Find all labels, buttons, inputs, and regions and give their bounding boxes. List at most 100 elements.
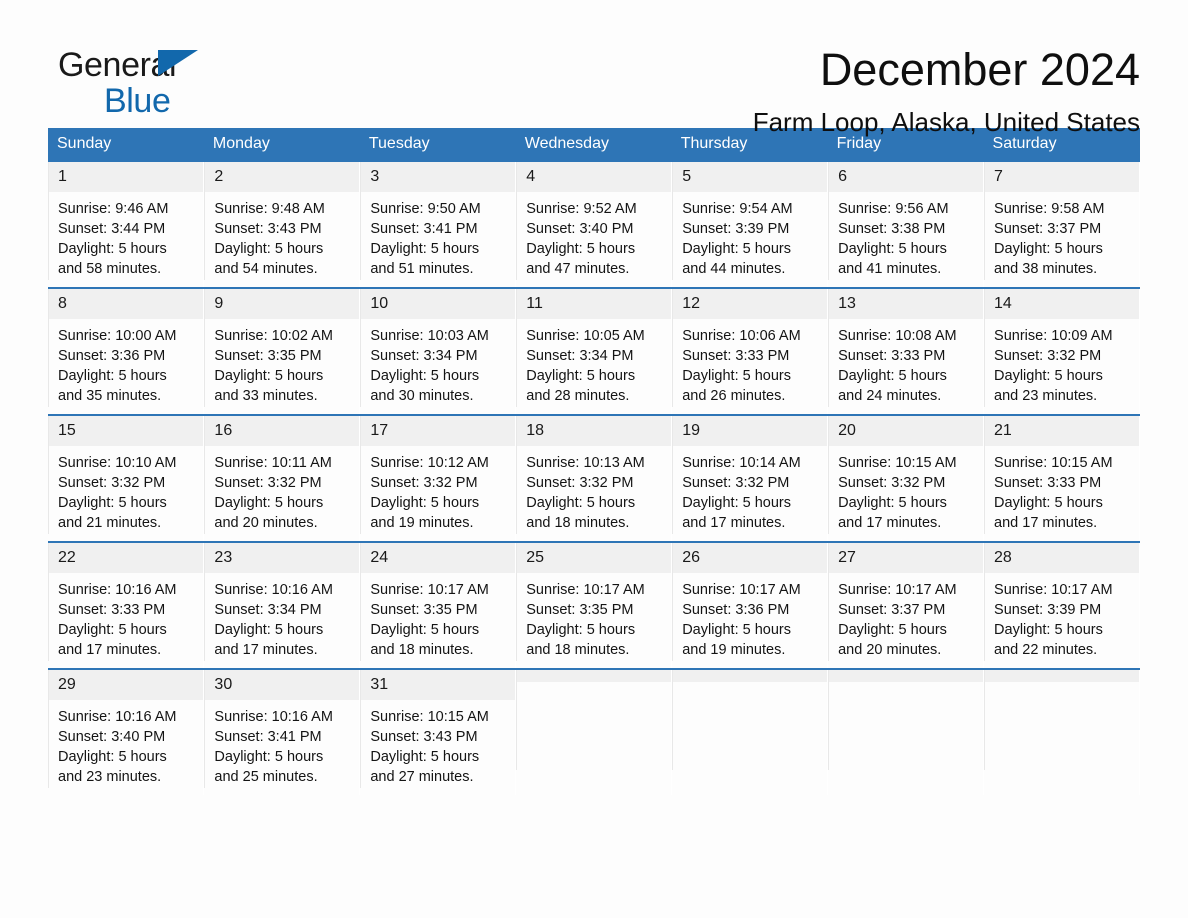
calendar-day-cell[interactable]: 28 Sunrise: 10:17 AM Sunset: 3:39 PM Daylig… [983, 541, 1140, 669]
page-header: General Blue December 2024 Farm Loop, Al… [48, 0, 1140, 137]
daylight-duration-line1: Daylight: 5 hours [58, 749, 167, 765]
calendar-day-cell[interactable]: 1 Sunrise: 9:46 AM Sunset: 3:44 PM Daylight… [48, 160, 205, 288]
calendar-day-cell[interactable]: 22 Sunrise: 10:16 AM Sunset: 3:33 PM Daylig… [48, 541, 205, 669]
daylight-duration-line1: Daylight: 5 hours [370, 622, 480, 638]
sunset-time: Sunset: 3:32 PM [526, 475, 634, 491]
day-details: Sunrise: 10:00 AM Sunset: 3:36 PM Daylight… [48, 319, 203, 407]
calendar-day-cell[interactable]: 15 Sunrise: 10:10 AM Sunset: 3:32 PM Daylig… [48, 414, 205, 542]
calendar-week-row: 1 Sunrise: 9:46 AM Sunset: 3:44 PM Daylight… [48, 160, 1140, 288]
daylight-duration-line1: Daylight: 5 hours [994, 368, 1103, 384]
daylight-duration-line2: and 17 minutes. [58, 642, 162, 658]
day-number: 19 [672, 416, 828, 446]
sunset-time: Sunset: 3:41 PM [370, 221, 478, 237]
daylight-duration-line2: and 17 minutes. [682, 515, 786, 531]
daylight-duration-line1: Daylight: 5 hours [526, 368, 636, 384]
sunrise-time: Sunrise: 10:06 AM [682, 328, 801, 344]
day-number: 18 [516, 416, 672, 446]
day-details: Sunrise: 10:05 AM Sunset: 3:34 PM Daylight… [516, 319, 671, 407]
calendar-day-cell[interactable]: 24 Sunrise: 10:17 AM Sunset: 3:35 PM Daylig… [359, 541, 517, 669]
day-details: Sunrise: 10:15 AM Sunset: 3:43 PM Daylight… [360, 700, 515, 788]
daylight-duration-line1: Daylight: 5 hours [682, 241, 791, 257]
day-number: 17 [360, 416, 516, 446]
daylight-duration-line1: Daylight: 5 hours [994, 622, 1103, 638]
day-number: 26 [672, 543, 828, 573]
daylight-duration-line2: and 23 minutes. [994, 388, 1098, 404]
sunrise-time: Sunrise: 10:17 AM [994, 582, 1113, 598]
day-number: 28 [984, 543, 1139, 573]
sunset-time: Sunset: 3:35 PM [214, 348, 322, 364]
daylight-duration-line1: Daylight: 5 hours [214, 622, 324, 638]
daylight-duration-line2: and 26 minutes. [682, 388, 786, 404]
day-number: 8 [48, 289, 204, 319]
calendar-day-cell[interactable]: 6 Sunrise: 9:56 AM Sunset: 3:38 PM Daylight… [827, 160, 985, 288]
logo-triangle-icon [158, 50, 198, 76]
daylight-duration-line1: Daylight: 5 hours [838, 241, 947, 257]
daylight-duration-line1: Daylight: 5 hours [682, 368, 791, 384]
sunset-time: Sunset: 3:36 PM [58, 348, 166, 364]
sunset-time: Sunset: 3:33 PM [994, 475, 1102, 491]
daylight-duration-line1: Daylight: 5 hours [682, 495, 791, 511]
calendar-day-cell[interactable]: 18 Sunrise: 10:13 AM Sunset: 3:32 PM Daylig… [515, 414, 673, 542]
calendar-day-cell-empty [983, 668, 1140, 795]
calendar-day-cell[interactable]: 21 Sunrise: 10:15 AM Sunset: 3:33 PM Daylig… [983, 414, 1140, 542]
sunset-time: Sunset: 3:32 PM [214, 475, 322, 491]
calendar-day-cell[interactable]: 19 Sunrise: 10:14 AM Sunset: 3:32 PM Daylig… [671, 414, 829, 542]
calendar-day-cell[interactable]: 3 Sunrise: 9:50 AM Sunset: 3:41 PM Daylight… [359, 160, 517, 288]
daylight-duration-line1: Daylight: 5 hours [994, 241, 1103, 257]
calendar-day-cell[interactable]: 2 Sunrise: 9:48 AM Sunset: 3:43 PM Daylight… [203, 160, 361, 288]
sunset-time: Sunset: 3:33 PM [58, 602, 166, 618]
calendar-day-cell[interactable]: 5 Sunrise: 9:54 AM Sunset: 3:39 PM Daylight… [671, 160, 829, 288]
day-number: 14 [984, 289, 1139, 319]
daylight-duration-line1: Daylight: 5 hours [214, 495, 324, 511]
calendar-day-cell[interactable]: 25 Sunrise: 10:17 AM Sunset: 3:35 PM Daylig… [515, 541, 673, 669]
sunset-time: Sunset: 3:40 PM [526, 221, 634, 237]
sunset-time: Sunset: 3:38 PM [838, 221, 946, 237]
day-number: 3 [360, 162, 516, 192]
daylight-duration-line2: and 20 minutes. [838, 642, 942, 658]
calendar-day-cell[interactable]: 12 Sunrise: 10:06 AM Sunset: 3:33 PM Daylig… [671, 287, 829, 415]
daylight-duration-line1: Daylight: 5 hours [214, 241, 324, 257]
daylight-duration-line2: and 21 minutes. [58, 515, 162, 531]
sunrise-time: Sunrise: 10:03 AM [370, 328, 489, 344]
day-details: Sunrise: 10:16 AM Sunset: 3:34 PM Daylight… [204, 573, 359, 661]
calendar-day-cell[interactable]: 7 Sunrise: 9:58 AM Sunset: 3:37 PM Daylight… [983, 160, 1140, 288]
calendar-day-cell[interactable]: 11 Sunrise: 10:05 AM Sunset: 3:34 PM Daylig… [515, 287, 673, 415]
daylight-duration-line1: Daylight: 5 hours [370, 368, 480, 384]
calendar-week-row: 15 Sunrise: 10:10 AM Sunset: 3:32 PM Daylig… [48, 414, 1140, 542]
calendar-day-cell[interactable]: 14 Sunrise: 10:09 AM Sunset: 3:32 PM Daylig… [983, 287, 1140, 415]
daylight-duration-line2: and 58 minutes. [58, 261, 162, 277]
sunset-time: Sunset: 3:40 PM [58, 729, 166, 745]
daylight-duration-line2: and 28 minutes. [526, 388, 630, 404]
day-number: 24 [360, 543, 516, 573]
calendar-day-cell[interactable]: 26 Sunrise: 10:17 AM Sunset: 3:36 PM Daylig… [671, 541, 829, 669]
calendar-day-cell[interactable]: 27 Sunrise: 10:17 AM Sunset: 3:37 PM Daylig… [827, 541, 985, 669]
daylight-duration-line2: and 17 minutes. [994, 515, 1098, 531]
calendar-day-cell[interactable]: 31 Sunrise: 10:15 AM Sunset: 3:43 PM Daylig… [359, 668, 517, 795]
calendar-day-cell[interactable]: 16 Sunrise: 10:11 AM Sunset: 3:32 PM Daylig… [203, 414, 361, 542]
day-details: Sunrise: 10:11 AM Sunset: 3:32 PM Daylight… [204, 446, 359, 534]
daylight-duration-line1: Daylight: 5 hours [994, 495, 1103, 511]
sunset-time: Sunset: 3:32 PM [838, 475, 946, 491]
daylight-duration-line2: and 18 minutes. [526, 642, 630, 658]
day-number: 31 [360, 670, 516, 700]
calendar-day-cell[interactable]: 20 Sunrise: 10:15 AM Sunset: 3:32 PM Daylig… [827, 414, 985, 542]
calendar-day-cell[interactable]: 30 Sunrise: 10:16 AM Sunset: 3:41 PM Daylig… [203, 668, 361, 795]
day-number: 23 [204, 543, 360, 573]
calendar-day-cell[interactable]: 29 Sunrise: 10:16 AM Sunset: 3:40 PM Daylig… [48, 668, 205, 795]
sunset-time: Sunset: 3:34 PM [214, 602, 322, 618]
calendar-day-cell[interactable]: 8 Sunrise: 10:00 AM Sunset: 3:36 PM Dayligh… [48, 287, 205, 415]
sunset-time: Sunset: 3:43 PM [214, 221, 322, 237]
daylight-duration-line2: and 17 minutes. [214, 642, 318, 658]
calendar-day-cell[interactable]: 13 Sunrise: 10:08 AM Sunset: 3:33 PM Daylig… [827, 287, 985, 415]
sunrise-time: Sunrise: 9:54 AM [682, 201, 793, 217]
calendar-day-cell[interactable]: 23 Sunrise: 10:16 AM Sunset: 3:34 PM Daylig… [203, 541, 361, 669]
day-number [828, 670, 984, 682]
calendar-day-cell[interactable]: 9 Sunrise: 10:02 AM Sunset: 3:35 PM Dayligh… [203, 287, 361, 415]
sunset-time: Sunset: 3:43 PM [370, 729, 478, 745]
sunset-time: Sunset: 3:34 PM [370, 348, 478, 364]
daylight-duration-line1: Daylight: 5 hours [370, 495, 480, 511]
calendar-day-cell[interactable]: 10 Sunrise: 10:03 AM Sunset: 3:34 PM Daylig… [359, 287, 517, 415]
calendar-day-cell[interactable]: 4 Sunrise: 9:52 AM Sunset: 3:40 PM Daylight… [515, 160, 673, 288]
daylight-duration-line2: and 25 minutes. [214, 769, 318, 785]
calendar-day-cell[interactable]: 17 Sunrise: 10:12 AM Sunset: 3:32 PM Daylig… [359, 414, 517, 542]
